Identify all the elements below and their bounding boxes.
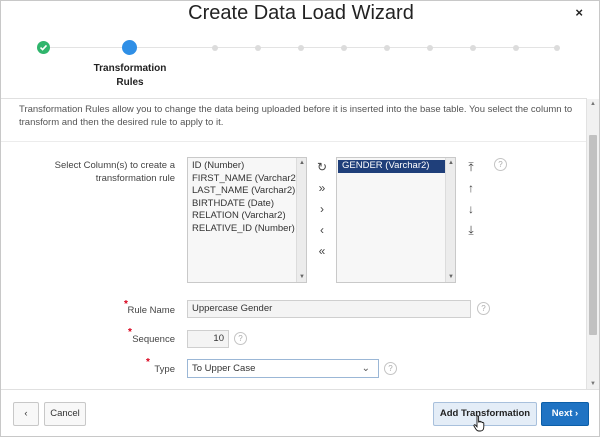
scroll-down-icon[interactable]: ▼ [299,274,305,280]
columns-label: Select Column(s) to create a transformat… [54,160,175,184]
selected-list-scrollbar[interactable]: ▲ ▼ [445,158,455,282]
move-up-icon[interactable]: ↑ [464,181,478,195]
chevron-right-icon: › [575,408,579,419]
available-columns-list[interactable]: ID (Number) FIRST_NAME (Varchar2) LAST_NAM… [187,157,307,283]
sequence-label: Sequence [132,334,175,345]
scroll-up-icon[interactable]: ▲ [590,101,596,107]
selected-column-item[interactable]: GENDER (Varchar2) [338,160,454,173]
rule-name-label: Rule Name [127,305,175,316]
step-future-icon [341,45,347,51]
available-items: ID (Number) FIRST_NAME (Varchar2) LAST_NAM… [188,158,306,235]
scroll-down-icon[interactable]: ▼ [448,274,454,280]
create-data-load-wizard-dialog: Create Data Load Wizard × Transformation… [0,0,600,437]
move-bottom-icon[interactable]: ⤓ [464,223,478,237]
dialog-titlebar: Create Data Load Wizard × [1,1,599,29]
dialog-title: Create Data Load Wizard [188,2,414,24]
sequence-help-icon[interactable]: ? [234,332,247,345]
type-select-value: To Upper Case [192,363,256,374]
reset-icon[interactable]: ↻ [315,160,329,174]
step-future-icon [470,45,476,51]
step-future-icon [298,45,304,51]
step-current-icon [122,40,137,55]
move-all-icon[interactable]: » [315,181,329,195]
move-icon[interactable]: › [315,202,329,216]
wizard-progress: Transformation Rules [1,29,599,99]
wizard-body: Transformation Rules allow you to change… [1,99,587,389]
chevron-left-icon: ‹ [24,408,28,419]
move-down-icon[interactable]: ↓ [464,202,478,216]
step-done-icon [37,41,50,54]
wizard-footer: ‹ Cancel Add Transformation Next › [1,389,599,436]
available-column-item[interactable]: RELATIVE_ID (Number) [188,223,306,236]
cancel-button[interactable]: Cancel [44,402,86,426]
remove-all-icon[interactable]: « [315,244,329,258]
step-future-icon [255,45,261,51]
step-future-icon [513,45,519,51]
step-future-icon [384,45,390,51]
available-column-item[interactable]: ID (Number) [188,160,306,173]
step-description: Transformation Rules allow you to change… [19,104,573,128]
next-button-label: Next [551,408,573,419]
step-future-icon [554,45,560,51]
type-label: Type [154,364,175,375]
rule-name-input[interactable]: Uppercase Gender [187,300,471,318]
available-column-item[interactable]: FIRST_NAME (Varchar2) [188,173,306,186]
move-top-icon[interactable]: ⤒ [464,160,478,174]
chevron-down-icon: ⌄ [361,363,370,374]
available-column-item[interactable]: RELATION (Varchar2) [188,210,306,223]
step-future-icon [427,45,433,51]
sequence-input[interactable]: 10 [187,330,229,348]
rule-name-help-icon[interactable]: ? [477,302,490,315]
columns-help-icon[interactable]: ? [494,158,507,171]
page-scrollbar[interactable]: ▲ ▼ [586,99,599,389]
available-column-item[interactable]: BIRTHDATE (Date) [188,198,306,211]
selected-items: GENDER (Varchar2) [337,158,455,173]
available-list-scrollbar[interactable]: ▲ ▼ [296,158,306,282]
current-step-label: Transformation Rules [93,63,167,88]
step-future-icon [212,45,218,51]
scroll-down-icon[interactable]: ▼ [590,381,596,387]
scroll-up-icon[interactable]: ▲ [299,160,305,166]
description-divider [1,141,587,142]
close-icon[interactable]: × [575,5,583,20]
available-column-item[interactable]: LAST_NAME (Varchar2) [188,185,306,198]
hand-cursor-icon [473,415,485,432]
remove-icon[interactable]: ‹ [315,223,329,237]
previous-button[interactable]: ‹ [13,402,39,426]
type-help-icon[interactable]: ? [384,362,397,375]
scrollbar-thumb[interactable] [589,135,597,335]
selected-columns-list[interactable]: GENDER (Varchar2) ▲ ▼ [336,157,456,283]
scroll-up-icon[interactable]: ▲ [448,160,454,166]
type-select[interactable]: To Upper Case ⌄ [187,359,379,378]
next-button[interactable]: Next › [541,402,589,426]
